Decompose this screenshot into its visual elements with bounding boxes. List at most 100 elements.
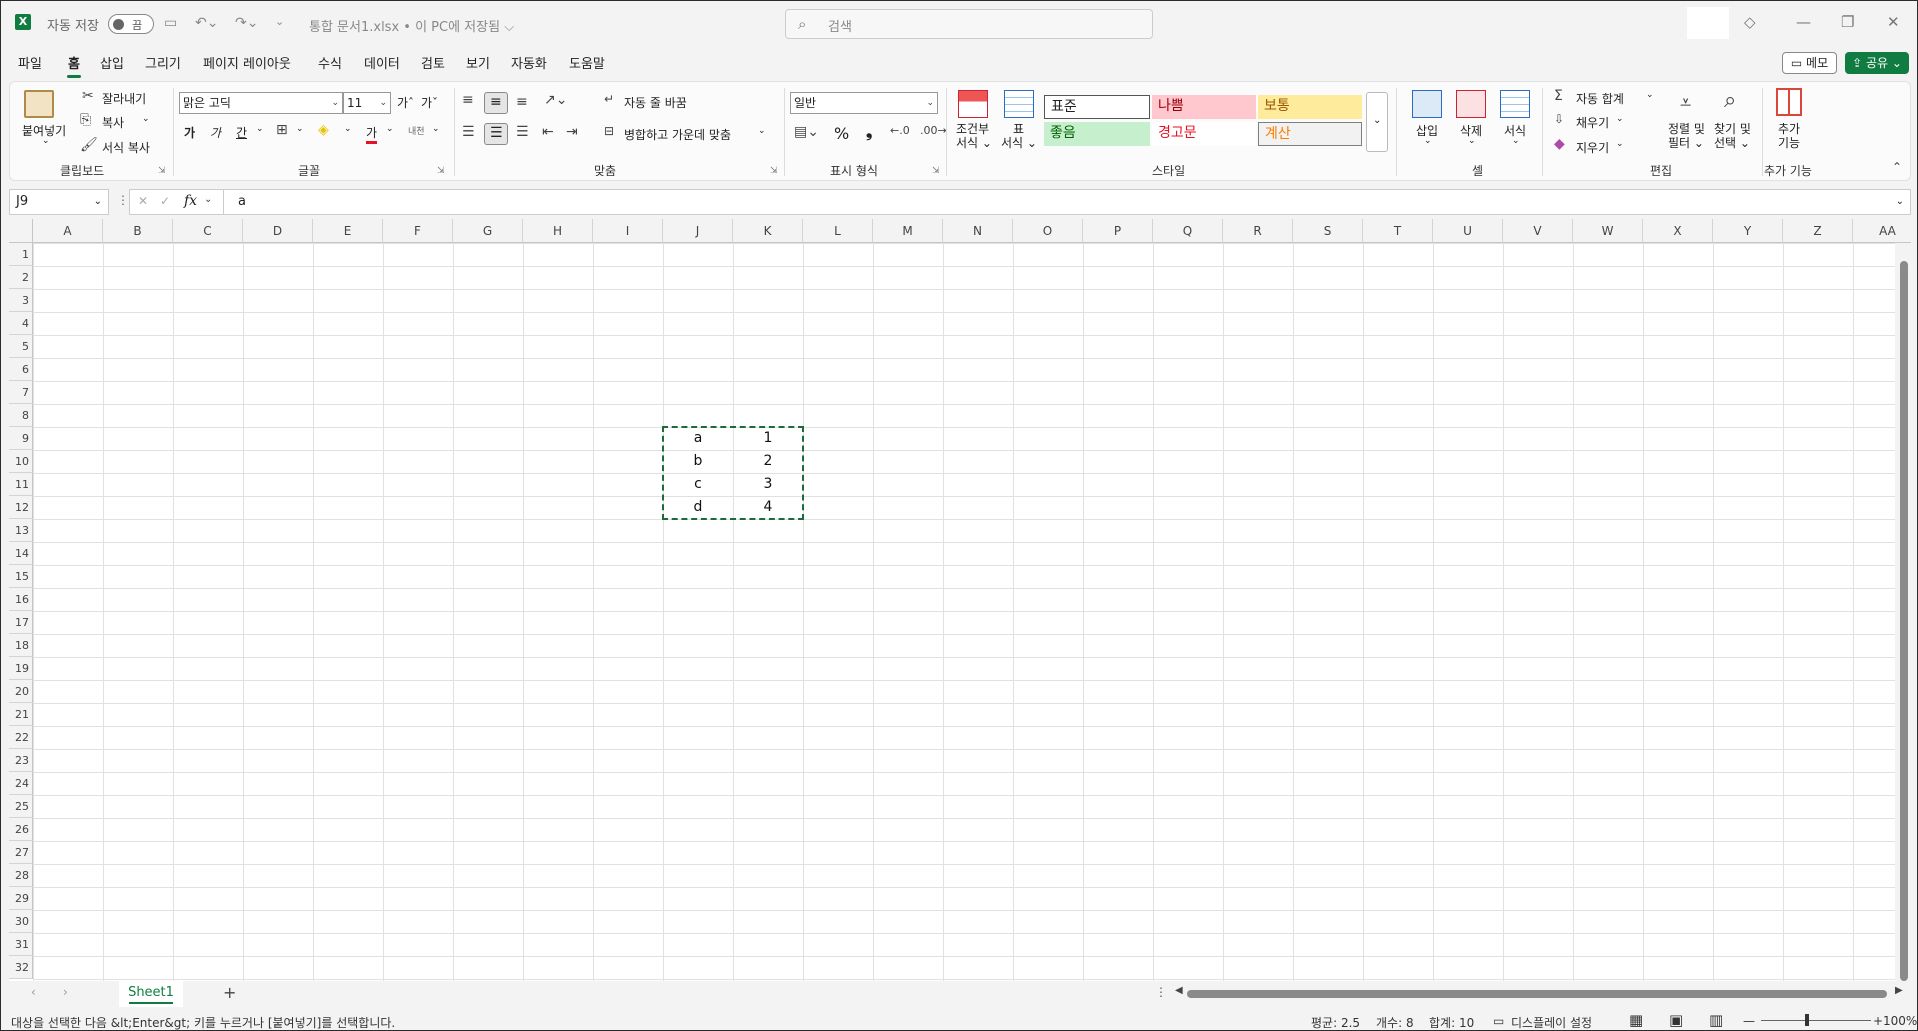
more-options-icon[interactable]: ⋮: [117, 193, 129, 207]
row-header[interactable]: 30: [9, 910, 33, 933]
column-header[interactable]: S: [1293, 219, 1363, 243]
conditional-formatting-label-2[interactable]: 서식 ⌄: [956, 134, 992, 151]
function-caret-icon[interactable]: ⌄: [204, 194, 212, 205]
autosave-toggle[interactable]: 끔: [108, 14, 154, 34]
memo-button[interactable]: ▭ 메모: [1782, 52, 1837, 74]
close-icon[interactable]: ✕: [1887, 13, 1900, 31]
row-header[interactable]: 13: [9, 519, 33, 542]
comma-button[interactable]: ❟: [866, 122, 872, 142]
redo-icon[interactable]: ↷⌄: [235, 15, 258, 31]
clear-caret-icon[interactable]: ⌄: [1616, 139, 1624, 149]
column-header[interactable]: N: [943, 219, 1013, 243]
row-header[interactable]: 12: [9, 496, 33, 519]
vertical-scrollbar[interactable]: [1895, 243, 1911, 981]
wrap-text-button[interactable]: 자동 줄 바꿈: [624, 94, 687, 111]
row-header[interactable]: 28: [9, 864, 33, 887]
share-button[interactable]: ⇪ 공유 ⌄: [1845, 52, 1909, 74]
next-sheet-icon[interactable]: ›: [63, 985, 68, 999]
select-all-corner[interactable]: [9, 219, 33, 243]
number-format-dropdown[interactable]: 일반 ⌄: [790, 92, 938, 114]
collapse-ribbon-icon[interactable]: ⌃: [1892, 160, 1902, 174]
page-layout-view-icon[interactable]: ▣: [1669, 1011, 1683, 1029]
orientation-icon[interactable]: ↗⌄: [544, 92, 567, 108]
column-header[interactable]: M: [873, 219, 943, 243]
tab-home[interactable]: 홈: [67, 53, 81, 78]
row-header[interactable]: 16: [9, 588, 33, 611]
sheet-tab-sheet1[interactable]: Sheet1: [119, 981, 183, 1007]
row-header[interactable]: 21: [9, 703, 33, 726]
style-calculation[interactable]: 계산: [1258, 122, 1362, 146]
increase-decimal-icon[interactable]: ←.0: [890, 124, 910, 137]
clear-button[interactable]: 지우기: [1576, 139, 1609, 156]
align-left-icon[interactable]: ☰: [462, 124, 475, 140]
zoom-slider[interactable]: [1761, 1020, 1871, 1021]
expand-formula-icon[interactable]: ⌄: [1896, 190, 1904, 214]
row-header[interactable]: 10: [9, 450, 33, 473]
row-header[interactable]: 15: [9, 565, 33, 588]
font-name-dropdown[interactable]: 맑은 고딕 ⌄: [179, 92, 343, 114]
align-middle-button[interactable]: ≡: [484, 92, 508, 114]
format-cells-icon[interactable]: [1500, 90, 1530, 118]
delete-caret-icon[interactable]: ⌄: [1468, 136, 1476, 146]
column-header[interactable]: G: [453, 219, 523, 243]
merge-caret-icon[interactable]: ⌄: [758, 126, 766, 136]
format-caret-icon[interactable]: ⌄: [1512, 136, 1520, 146]
tab-data[interactable]: 데이터: [364, 53, 400, 72]
row-header[interactable]: 5: [9, 335, 33, 358]
row-header[interactable]: 26: [9, 818, 33, 841]
border-caret-icon[interactable]: ⌄: [296, 124, 304, 134]
align-top-icon[interactable]: ≡: [462, 92, 474, 108]
number-launcher-icon[interactable]: ⇲: [932, 166, 940, 176]
worksheet-grid[interactable]: A B C D E F G H I J K L M N O P Q R S T U V W X Y Z AA 1 2 3 4 5 6 7 8 9 10…: [9, 219, 1911, 981]
column-header[interactable]: C: [173, 219, 243, 243]
column-header[interactable]: B: [103, 219, 173, 243]
minimize-icon[interactable]: —: [1796, 13, 1811, 31]
style-bad[interactable]: 나쁨: [1152, 95, 1256, 119]
column-header[interactable]: AA: [1853, 219, 1911, 243]
row-header[interactable]: 25: [9, 795, 33, 818]
display-settings-button[interactable]: 디스플레이 설정: [1511, 1014, 1592, 1031]
decrease-indent-icon[interactable]: ⇤: [542, 124, 554, 140]
page-break-view-icon[interactable]: ▥: [1709, 1011, 1723, 1029]
copy-caret-icon[interactable]: ⌄: [142, 114, 150, 124]
undo-icon[interactable]: ↶⌄: [195, 15, 218, 31]
cancel-entry-icon[interactable]: ✕: [138, 194, 148, 208]
column-header[interactable]: K: [733, 219, 803, 243]
fill-caret-icon[interactable]: ⌄: [1616, 114, 1624, 124]
column-header[interactable]: L: [803, 219, 873, 243]
insert-function-button[interactable]: fx: [184, 193, 197, 209]
tab-page-layout[interactable]: 페이지 레이아웃: [203, 53, 291, 72]
scroll-right-icon[interactable]: ▶: [1895, 985, 1903, 996]
status-average[interactable]: 평균: 2.5: [1311, 1014, 1360, 1031]
column-header[interactable]: R: [1223, 219, 1293, 243]
autosum-caret-icon[interactable]: ⌄: [1646, 90, 1654, 100]
name-box[interactable]: J9 ⌄: [9, 189, 109, 215]
alignment-launcher-icon[interactable]: ⇲: [770, 166, 778, 176]
tab-draw[interactable]: 그리기: [145, 53, 181, 72]
status-count[interactable]: 개수: 8: [1376, 1014, 1414, 1031]
clipboard-launcher-icon[interactable]: ⇲: [158, 166, 166, 176]
insert-cells-icon[interactable]: [1412, 90, 1442, 118]
currency-icon[interactable]: ▤⌄: [794, 124, 819, 140]
format-painter-button[interactable]: 서식 복사: [102, 139, 150, 156]
copy-button[interactable]: 복사: [102, 114, 124, 131]
addins-icon[interactable]: [1776, 88, 1802, 116]
row-header[interactable]: 14: [9, 542, 33, 565]
tab-formulas[interactable]: 수식: [318, 53, 342, 72]
cut-button[interactable]: 잘라내기: [102, 90, 146, 107]
underline-caret-icon[interactable]: ⌄: [256, 124, 264, 134]
fill-caret-icon[interactable]: ⌄: [344, 124, 352, 134]
percent-button[interactable]: %: [834, 124, 849, 143]
row-header[interactable]: 18: [9, 634, 33, 657]
restore-icon[interactable]: ❐: [1841, 13, 1854, 31]
row-header[interactable]: 4: [9, 312, 33, 335]
column-header[interactable]: D: [243, 219, 313, 243]
tab-file[interactable]: 파일: [18, 53, 42, 72]
row-header[interactable]: 20: [9, 680, 33, 703]
column-header[interactable]: U: [1433, 219, 1503, 243]
phonetic-button[interactable]: 내천: [408, 124, 425, 137]
zoom-out-icon[interactable]: —: [1743, 1014, 1755, 1028]
search-box[interactable]: ⌕ 검색: [785, 9, 1153, 39]
column-header[interactable]: T: [1363, 219, 1433, 243]
formula-input[interactable]: a ⌄: [223, 189, 1911, 215]
